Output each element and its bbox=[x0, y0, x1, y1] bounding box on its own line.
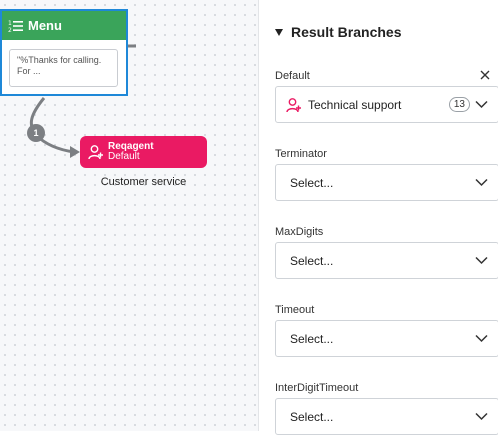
chevron-down-icon bbox=[475, 100, 488, 109]
maxdigits-label: MaxDigits bbox=[275, 226, 324, 238]
default-branch-select[interactable]: Technical support 13 bbox=[275, 86, 498, 123]
caret-down-icon bbox=[275, 28, 283, 36]
connector-arrowhead bbox=[70, 146, 80, 158]
maxdigits-value: Select... bbox=[290, 253, 334, 268]
terminator-label: Terminator bbox=[275, 148, 327, 160]
person-add-icon bbox=[286, 97, 301, 112]
timeout-value: Select... bbox=[290, 331, 334, 346]
default-branch-value: Technical support bbox=[308, 97, 402, 112]
timeout-select[interactable]: Select... bbox=[275, 320, 498, 357]
numbered-list-icon: 1 2 bbox=[8, 20, 23, 33]
chevron-down-icon bbox=[475, 412, 488, 421]
menu-node-header[interactable]: 1 2 Menu bbox=[2, 11, 126, 40]
panel-title: Result Branches bbox=[291, 24, 402, 40]
svg-text:1: 1 bbox=[8, 20, 12, 27]
interdigittimeout-select[interactable]: Select... bbox=[275, 398, 498, 435]
reqagent-node-subtitle: Default bbox=[108, 151, 140, 162]
result-branches-panel: Result Branches Default Technical suppor… bbox=[259, 0, 498, 435]
menu-node[interactable]: 1 2 Menu "%Thanks for calling. For ... bbox=[0, 9, 128, 96]
result-branches-toggle[interactable]: Result Branches bbox=[275, 24, 401, 40]
close-icon[interactable] bbox=[480, 70, 490, 80]
maxdigits-select[interactable]: Select... bbox=[275, 242, 498, 279]
count-badge: 13 bbox=[448, 97, 470, 112]
chevron-down-icon bbox=[475, 334, 488, 343]
reqagent-node-caption: Customer service bbox=[100, 176, 187, 188]
timeout-label: Timeout bbox=[275, 304, 315, 316]
reqagent-node[interactable]: Reqagent Default bbox=[80, 136, 207, 168]
terminator-value: Select... bbox=[290, 175, 334, 190]
default-label: Default bbox=[275, 70, 310, 82]
connector-order-badge: 1 bbox=[27, 124, 45, 142]
terminator-select[interactable]: Select... bbox=[275, 164, 498, 201]
chevron-down-icon bbox=[475, 256, 488, 265]
interdigittimeout-label: InterDigitTimeout bbox=[275, 382, 359, 394]
flow-canvas[interactable]: 1 2 Menu "%Thanks for calling. For ... 1… bbox=[0, 0, 259, 431]
svg-text:2: 2 bbox=[8, 27, 12, 33]
chevron-down-icon bbox=[475, 178, 488, 187]
menu-node-preview[interactable]: "%Thanks for calling. For ... bbox=[9, 49, 118, 87]
interdigittimeout-value: Select... bbox=[290, 409, 334, 424]
menu-node-title: Menu bbox=[28, 18, 62, 33]
person-add-icon bbox=[88, 145, 103, 160]
